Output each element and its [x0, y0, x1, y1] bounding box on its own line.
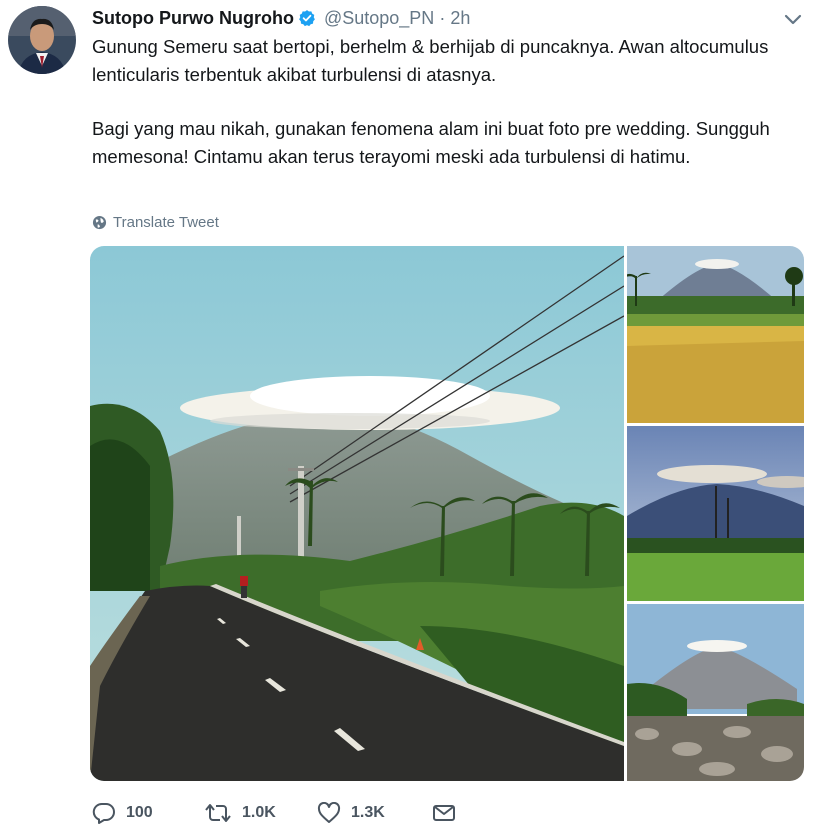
tweet-header: Sutopo Purwo Nugroho @Sutopo_PN · 2h: [92, 6, 470, 30]
translate-tweet-link[interactable]: Translate Tweet: [92, 211, 219, 233]
direct-message-button[interactable]: [432, 803, 466, 823]
photo-side-3[interactable]: [627, 604, 804, 781]
like-button[interactable]: 1.3K: [317, 802, 432, 824]
author-handle[interactable]: @Sutopo_PN: [324, 8, 434, 29]
media-grid: [90, 246, 804, 781]
tweet-timestamp[interactable]: 2h: [450, 8, 470, 29]
like-count: 1.3K: [351, 804, 385, 821]
reply-icon: [92, 802, 115, 824]
translate-label: Translate Tweet: [113, 213, 219, 231]
retweet-button[interactable]: 1.0K: [204, 802, 317, 824]
heart-icon: [317, 802, 341, 823]
avatar[interactable]: [8, 6, 76, 74]
reply-button[interactable]: 100: [92, 802, 204, 824]
chevron-down-icon[interactable]: [780, 8, 806, 30]
globe-icon: [92, 215, 107, 229]
tweet-paragraph-2: Bagi yang mau nikah, gunakan fenomena al…: [92, 118, 770, 167]
tweet-text: Gunung Semeru saat bertopi, berhelm & be…: [92, 33, 792, 170]
reply-count: 100: [126, 804, 153, 821]
author-name[interactable]: Sutopo Purwo Nugroho: [92, 8, 294, 29]
retweet-count: 1.0K: [242, 804, 276, 821]
tweet-actions: 100 1.0K 1.3K: [92, 799, 466, 825]
tweet-paragraph-1: Gunung Semeru saat bertopi, berhelm & be…: [92, 36, 769, 85]
envelope-icon: [433, 805, 455, 821]
photo-side-1[interactable]: [627, 246, 804, 423]
verified-badge-icon: [298, 9, 316, 27]
photo-side-2[interactable]: [627, 426, 804, 601]
separator-dot: ·: [439, 7, 446, 28]
photo-main[interactable]: [90, 246, 624, 781]
retweet-icon: [205, 804, 231, 822]
